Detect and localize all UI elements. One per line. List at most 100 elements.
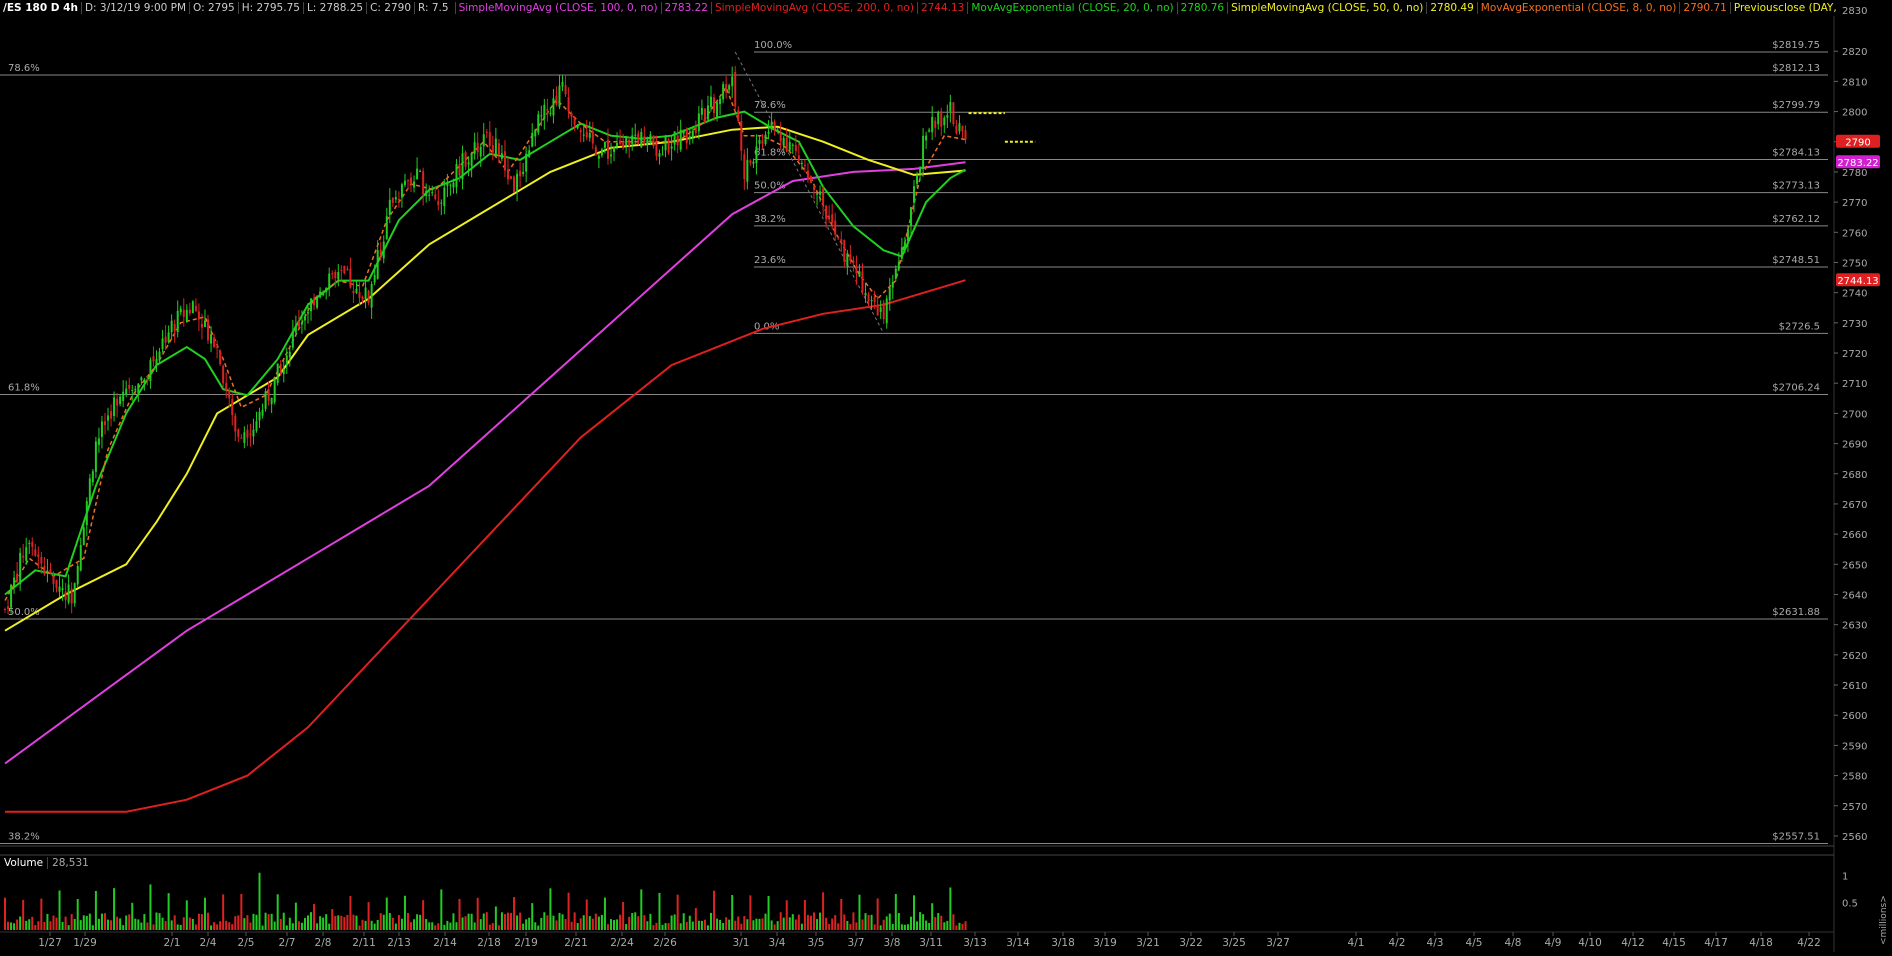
candle-body <box>734 71 737 107</box>
candle-body <box>670 146 673 149</box>
volume-bar <box>919 912 922 930</box>
volume-bar <box>331 909 334 930</box>
candle-body <box>485 131 488 133</box>
candle-body <box>652 135 655 147</box>
volume-bar <box>125 915 128 930</box>
x-tick-label: 3/14 <box>1006 937 1030 949</box>
volume-bar <box>379 913 382 930</box>
candle-body <box>822 188 825 205</box>
x-tick-label: 3/8 <box>884 937 901 949</box>
volume-bar <box>625 924 628 930</box>
volume-bar <box>376 919 379 930</box>
volume-bar <box>297 921 300 930</box>
fib-short-pct: 100.0% <box>754 40 792 51</box>
volume-bar <box>361 919 364 930</box>
candle-body <box>331 273 334 275</box>
volume-bar <box>888 913 891 930</box>
candle-body <box>510 176 513 179</box>
volume-bar <box>809 915 812 930</box>
candle-body <box>782 137 785 146</box>
candle-body <box>903 242 906 251</box>
volume-bar <box>867 914 870 930</box>
volume-bar <box>228 922 231 930</box>
candle-body <box>582 134 585 136</box>
volume-bar <box>922 914 925 930</box>
candle-body <box>600 149 603 156</box>
volume-bar <box>34 924 37 930</box>
volume-bar <box>606 924 609 930</box>
volume-bar <box>573 912 576 930</box>
price-chart[interactable]: 78.6% $2812.13 61.8% $2706.24 50.0% $2631.88 3… <box>0 0 1892 952</box>
volume-bar <box>164 921 167 930</box>
candle-body <box>231 398 234 415</box>
x-tick-label: 4/12 <box>1621 937 1645 949</box>
candle-body <box>340 269 343 271</box>
volume-bar <box>546 915 549 930</box>
study-label-0[interactable]: SimpleMovingAvg (CLOSE, 100, 0, no) <box>454 2 661 14</box>
candle-body <box>900 247 903 259</box>
volume-bar <box>131 902 134 930</box>
volume-bar <box>564 919 567 930</box>
candle-body <box>610 154 612 157</box>
volume-bar <box>43 921 46 930</box>
candle-body <box>222 365 225 384</box>
x-tick-label: 2/19 <box>514 937 538 949</box>
volume-bar <box>310 912 313 930</box>
candle-body <box>79 544 82 571</box>
candle-body <box>500 153 503 159</box>
volume-bar <box>85 915 88 930</box>
candle-body <box>464 152 467 167</box>
candle-body <box>516 173 519 191</box>
volume-bar <box>158 913 161 930</box>
volume-bar <box>658 892 661 930</box>
x-tick-label: 3/25 <box>1222 937 1246 949</box>
volume-bar <box>513 897 516 930</box>
candle-body <box>167 332 170 343</box>
candle-body <box>379 249 382 256</box>
volume-bar <box>843 914 846 930</box>
volume-bar <box>646 921 649 930</box>
candle-body <box>7 606 10 610</box>
candle-body <box>737 110 740 122</box>
candle-body <box>506 169 509 180</box>
volume-bar <box>222 894 225 930</box>
volume-bar <box>906 924 909 930</box>
volume-bar <box>140 922 143 930</box>
fib-long-pct: 78.6% <box>8 63 40 74</box>
candle-body <box>182 309 185 317</box>
volume-bar <box>597 916 600 930</box>
candle-body <box>816 193 819 195</box>
volume-bar <box>334 915 337 930</box>
volume-bar <box>88 913 91 930</box>
volume-bar <box>849 923 852 930</box>
volume-bar <box>806 914 809 930</box>
volume-bar <box>76 898 79 930</box>
y-tick-label: 2820 <box>1842 47 1867 58</box>
volume-bar <box>946 920 949 930</box>
candle-body <box>861 271 864 292</box>
study-label-4[interactable]: MovAvgExponential (CLOSE, 8, 0, no) <box>1476 2 1680 14</box>
candle-body <box>52 575 55 584</box>
candle-body <box>955 125 958 134</box>
candle-body <box>110 411 113 419</box>
study-label-1[interactable]: SimpleMovingAvg (CLOSE, 200, 0, no) <box>710 2 917 14</box>
study-label-5[interactable]: Previousclose (DAY, 1, -1,... <box>1729 2 1838 14</box>
volume-bar <box>134 918 137 930</box>
candle-body <box>682 129 685 134</box>
candle-body <box>819 191 822 195</box>
candle-body <box>234 415 237 432</box>
candle-body <box>470 153 473 167</box>
candle-body <box>382 241 385 259</box>
candle-body <box>934 120 937 128</box>
volume-label[interactable]: Volume <box>0 857 47 869</box>
volume-bar <box>385 897 388 930</box>
candle-body <box>767 131 770 134</box>
volume-bar <box>28 919 31 930</box>
candle-body <box>543 104 546 119</box>
study-label-3[interactable]: SimpleMovingAvg (CLOSE, 50, 0, no) <box>1227 2 1427 14</box>
symbol-label[interactable]: /ES 180 D 4h <box>0 2 81 14</box>
study-label-2[interactable]: MovAvgExponential (CLOSE, 20, 0, no) <box>967 2 1177 14</box>
volume-bar <box>600 914 603 930</box>
volume-bar <box>316 923 319 930</box>
candle-body <box>740 121 743 151</box>
